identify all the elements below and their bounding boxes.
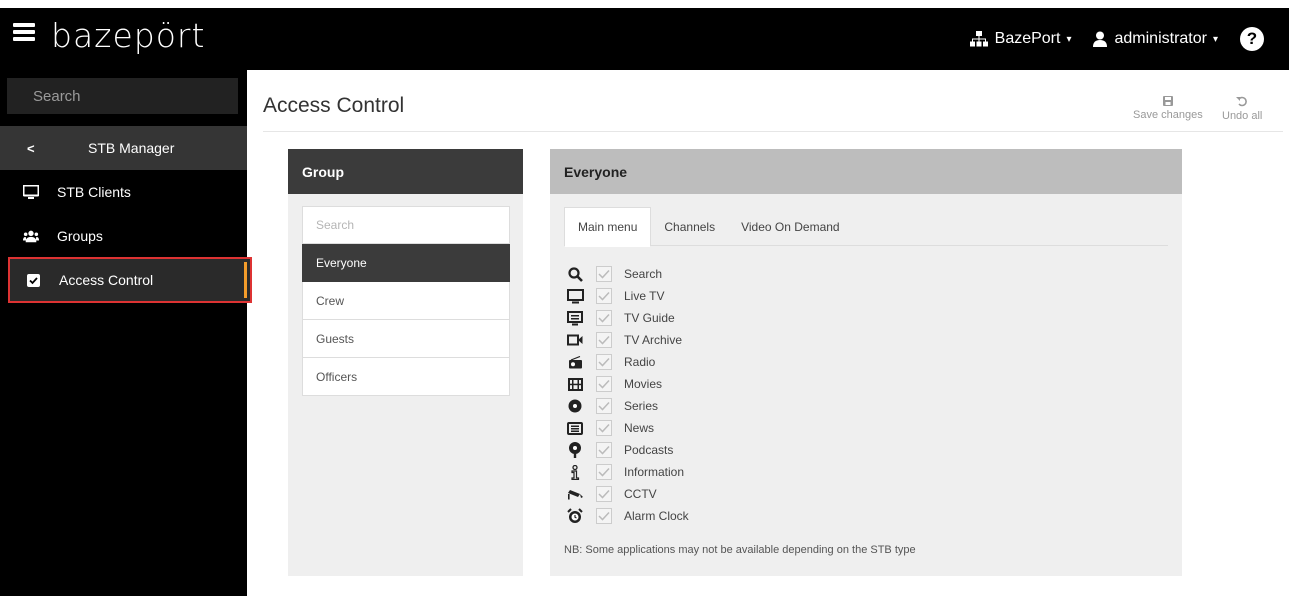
menu-row-live-tv: Live TV — [566, 285, 689, 307]
menu-checkbox[interactable] — [596, 508, 612, 524]
menu-item-label: Information — [624, 465, 685, 479]
tv-icon — [566, 288, 584, 304]
group-item-everyone[interactable]: Everyone — [302, 244, 510, 282]
menu-checkbox[interactable] — [596, 442, 612, 458]
menu-item-label: Live TV — [624, 289, 665, 303]
detail-panel-header: Everyone — [550, 149, 1182, 194]
sidebar-item-label: Groups — [57, 228, 103, 244]
save-icon — [1162, 96, 1173, 106]
cctv-icon — [566, 486, 584, 502]
video-camera-icon — [566, 332, 584, 348]
search-icon — [566, 266, 584, 282]
sidebar-item-label: STB Clients — [57, 184, 131, 200]
user-menu[interactable]: administrator ▾ — [1093, 30, 1218, 48]
tab-channels[interactable]: Channels — [651, 207, 728, 246]
user-icon — [1093, 31, 1108, 47]
sidebar-search-input[interactable] — [7, 78, 238, 114]
caret-down-icon: ▾ — [1066, 33, 1072, 45]
menu-row-alarm-clock: Alarm Clock — [566, 505, 689, 527]
top-right-menu: BazePort ▾ administrator ▾ ? — [969, 8, 1289, 70]
group-list: Everyone Crew Guests Officers — [302, 206, 510, 396]
undo-all-label: Undo all — [1222, 110, 1263, 122]
save-changes-button[interactable]: Save changes — [1133, 96, 1203, 121]
menu-checkbox[interactable] — [596, 464, 612, 480]
menu-row-tv-archive: TV Archive — [566, 329, 689, 351]
header-divider — [263, 131, 1283, 132]
menu-row-cctv: CCTV — [566, 483, 689, 505]
menu-item-label: Series — [624, 399, 659, 413]
alarm-clock-icon — [566, 508, 584, 524]
sidebar-item-access-control[interactable]: Access Control — [8, 257, 252, 303]
org-label: BazePort — [994, 30, 1061, 47]
help-icon[interactable]: ? — [1240, 27, 1264, 51]
group-item-guests[interactable]: Guests — [302, 320, 510, 358]
group-panel-title: Group — [302, 163, 344, 180]
top-bar: bazepört BazePort ▾ administrator ▾ ? — [0, 0, 1289, 70]
users-icon — [23, 228, 39, 244]
user-label: administrator — [1114, 30, 1207, 47]
menu-row-podcasts: Podcasts — [566, 439, 689, 461]
menu-item-label: Podcasts — [624, 443, 674, 457]
menu-row-radio: Radio — [566, 351, 689, 373]
undo-icon — [1236, 96, 1248, 107]
menu-item-label: Alarm Clock — [624, 509, 689, 523]
menu-row-search: Search — [566, 263, 689, 285]
menu-row-information: Information — [566, 461, 689, 483]
sitemap-icon — [969, 31, 988, 47]
group-panel-header: Group — [288, 149, 523, 194]
menu-row-news: News — [566, 417, 689, 439]
sidebar: < STB Manager STB Clients Groups — [0, 70, 252, 596]
menu-checkbox[interactable] — [596, 266, 612, 282]
menu-row-tv-guide: TV Guide — [566, 307, 689, 329]
group-item-officers[interactable]: Officers — [302, 358, 510, 396]
menu-item-label: Radio — [624, 355, 656, 369]
sidebar-section-title: STB Manager — [88, 140, 175, 156]
menu-row-series: Series — [566, 395, 689, 417]
menu-checkbox[interactable] — [596, 310, 612, 326]
bazeport-logo: bazepört — [51, 16, 206, 55]
group-item-crew[interactable]: Crew — [302, 282, 510, 320]
back-chevron-icon[interactable]: < — [27, 141, 35, 156]
main-menu-list: Search Live TV TV Guide TV Archive Radio — [566, 263, 689, 527]
film-icon — [566, 376, 584, 392]
menu-item-label: TV Archive — [624, 333, 683, 347]
tab-video-on-demand[interactable]: Video On Demand — [728, 207, 853, 246]
menu-row-movies: Movies — [566, 373, 689, 395]
menu-checkbox[interactable] — [596, 332, 612, 348]
menu-item-label: Search — [624, 267, 663, 281]
radio-icon — [566, 354, 584, 370]
disc-icon — [566, 398, 584, 414]
sidebar-section-header[interactable]: < STB Manager — [0, 126, 247, 170]
stb-type-note: NB: Some applications may not be availab… — [564, 544, 916, 556]
info-icon — [566, 464, 584, 480]
sidebar-item-label: Access Control — [59, 272, 154, 288]
newspaper-icon — [566, 420, 584, 436]
menu-checkbox[interactable] — [596, 398, 612, 414]
undo-all-button[interactable]: Undo all — [1222, 96, 1262, 122]
guide-icon — [566, 310, 584, 326]
save-changes-label: Save changes — [1133, 109, 1203, 121]
menu-item-label: Movies — [624, 377, 663, 391]
hamburger-menu-icon[interactable] — [13, 23, 35, 41]
sidebar-item-groups[interactable]: Groups — [0, 214, 247, 258]
podcast-icon — [566, 442, 584, 458]
menu-checkbox[interactable] — [596, 354, 612, 370]
org-menu[interactable]: BazePort ▾ — [969, 30, 1072, 48]
checkbox-icon — [25, 272, 41, 288]
menu-item-label: CCTV — [624, 487, 657, 501]
detail-panel-title: Everyone — [564, 163, 628, 180]
menu-checkbox[interactable] — [596, 486, 612, 502]
menu-checkbox[interactable] — [596, 288, 612, 304]
sidebar-item-stb-clients[interactable]: STB Clients — [0, 170, 247, 214]
caret-down-icon: ▾ — [1212, 33, 1218, 45]
menu-checkbox[interactable] — [596, 420, 612, 436]
menu-item-label: News — [624, 421, 655, 435]
tab-main-menu[interactable]: Main menu — [564, 207, 652, 247]
group-search-input[interactable] — [302, 206, 510, 244]
menu-item-label: TV Guide — [624, 311, 675, 325]
detail-tabs: Main menu Channels Video On Demand — [564, 207, 1168, 247]
monitor-icon — [23, 184, 39, 200]
menu-checkbox[interactable] — [596, 376, 612, 392]
page-title: Access Control — [263, 94, 405, 117]
